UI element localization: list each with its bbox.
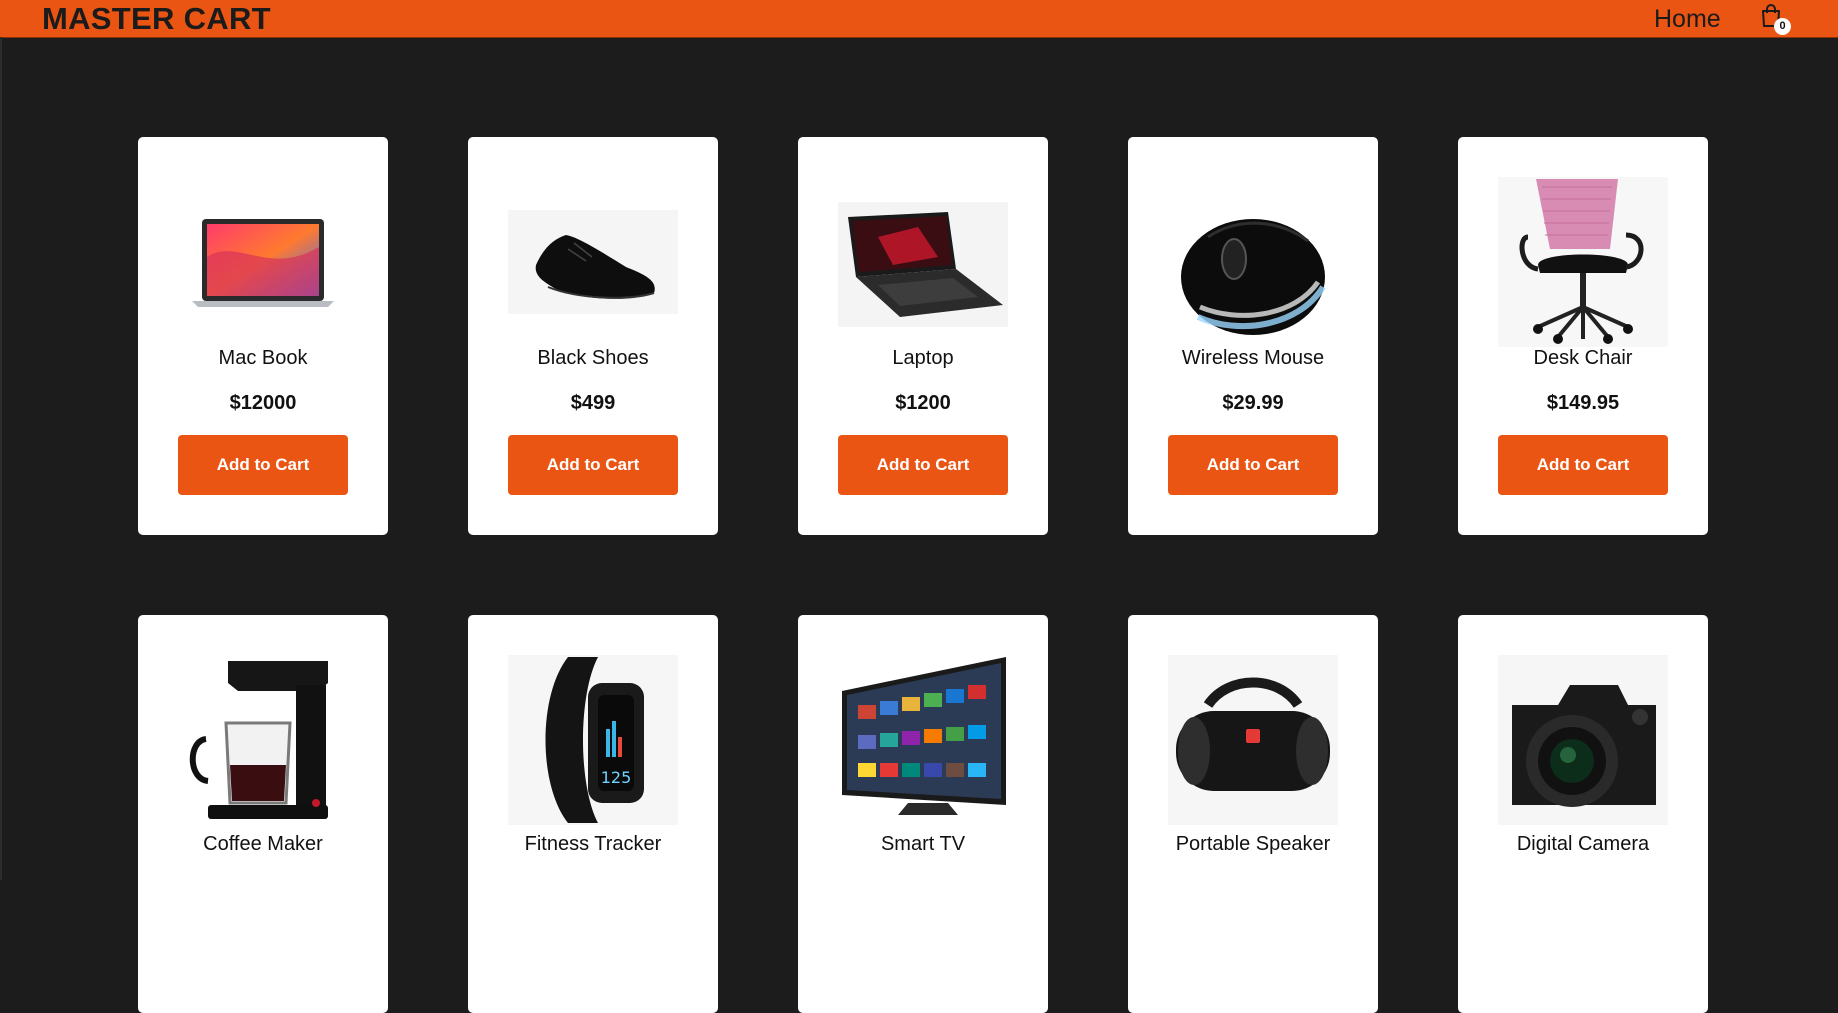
product-price: $149.95	[1546, 392, 1620, 414]
black-shoe-image	[508, 210, 678, 314]
product-name: Smart TV	[880, 833, 966, 855]
product-card: Digital Camera	[1458, 615, 1708, 1013]
product-card: Wireless Mouse $29.99 Add to Cart	[1128, 137, 1378, 535]
product-card: Desk Chair $149.95 Add to Cart	[1458, 137, 1708, 535]
product-card: 125 Fitness Tracker	[468, 615, 718, 1013]
product-name: Black Shoes	[537, 347, 649, 369]
add-to-cart-button[interactable]: Add to Cart	[508, 435, 678, 495]
gaming-laptop-image	[838, 202, 1008, 327]
product-card: Black Shoes $499 Add to Cart	[468, 137, 718, 535]
product-price: $499	[570, 392, 616, 414]
cart-count-badge: 0	[1774, 18, 1791, 35]
product-name: Digital Camera	[1516, 833, 1650, 855]
product-name: Portable Speaker	[1175, 833, 1331, 855]
product-card: Mac Book $12000 Add to Cart	[138, 137, 388, 535]
add-to-cart-button[interactable]: Add to Cart	[178, 435, 348, 495]
product-card: Smart TV	[798, 615, 1048, 1013]
add-to-cart-button[interactable]: Add to Cart	[1498, 435, 1668, 495]
page-edge	[0, 37, 2, 880]
fitness-tracker-image: 125	[508, 655, 678, 825]
add-to-cart-button[interactable]: Add to Cart	[1168, 435, 1338, 495]
navbar: MASTER CART Home 0	[0, 0, 1838, 38]
product-price: $1200	[895, 392, 951, 414]
wireless-mouse-image	[1181, 219, 1326, 335]
product-price: $12000	[229, 392, 297, 414]
product-name: Coffee Maker	[203, 833, 323, 855]
brand-logo[interactable]: MASTER CART	[42, 1, 271, 37]
product-price: $29.99	[1222, 392, 1284, 414]
product-grid: Mac Book $12000 Add to Cart Black Shoes …	[138, 137, 1709, 1013]
digital-camera-image	[1498, 655, 1668, 825]
smart-tv-image	[842, 657, 1006, 815]
product-name: Fitness Tracker	[524, 833, 662, 855]
product-card: Portable Speaker	[1128, 615, 1378, 1013]
portable-speaker-image	[1168, 655, 1338, 825]
product-name: Wireless Mouse	[1181, 347, 1325, 369]
coffee-maker-image	[189, 661, 328, 819]
product-card: Coffee Maker	[138, 615, 388, 1013]
svg-text:125: 125	[601, 768, 632, 787]
nav-home-link[interactable]: Home	[1654, 4, 1721, 34]
product-card: Laptop $1200 Add to Cart	[798, 137, 1048, 535]
product-name: Desk Chair	[1533, 347, 1633, 369]
laptop-macbook-image	[192, 219, 334, 307]
product-name: Laptop	[892, 347, 954, 369]
add-to-cart-button[interactable]: Add to Cart	[838, 435, 1008, 495]
cart-button[interactable]: 0	[1760, 4, 1791, 35]
product-name: Mac Book	[218, 347, 308, 369]
desk-chair-image	[1498, 177, 1668, 347]
